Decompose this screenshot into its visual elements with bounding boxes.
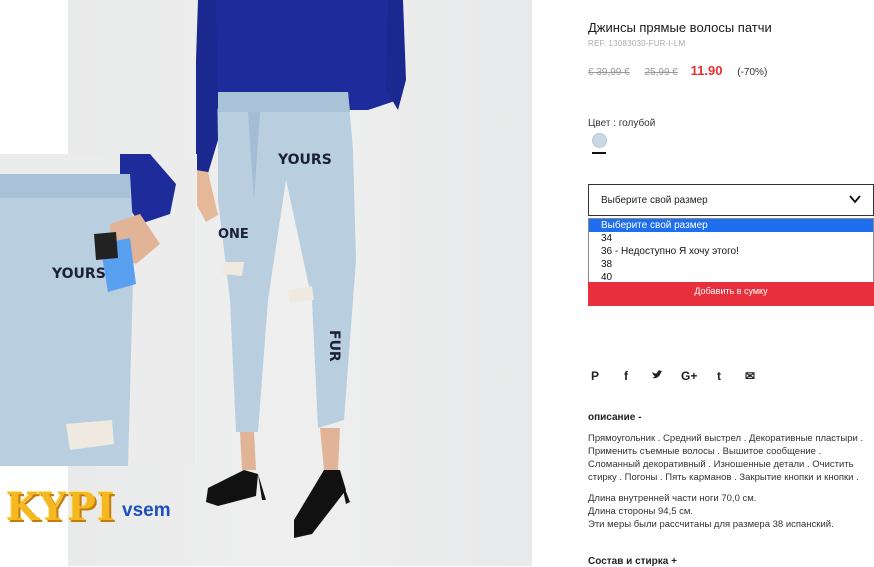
- measurement-line: Эти меры были рассчитаны для размера 38 …: [588, 519, 834, 530]
- product-thumbnail[interactable]: YOURS: [0, 154, 197, 466]
- page-background: [0, 0, 68, 154]
- product-title: Джинсы прямые волосы патчи: [588, 20, 772, 35]
- facebook-icon[interactable]: f: [619, 369, 633, 383]
- jeans-patch-yours: YOURS: [277, 152, 332, 168]
- tumblr-icon[interactable]: t: [712, 369, 726, 383]
- google-plus-icon[interactable]: G+: [681, 369, 697, 383]
- price-block: € 39,99 € 25,99 € 11.90 (-70%): [588, 63, 767, 78]
- size-option[interactable]: 38: [589, 258, 873, 271]
- measurement-line: Длина стороны 94,5 см.: [588, 506, 694, 517]
- chevron-down-icon: [849, 195, 861, 204]
- price-original: € 39,99 €: [588, 67, 630, 78]
- watermark-logo: KYPI vsem: [6, 484, 196, 529]
- jeans-patch-one: ONE: [218, 227, 249, 242]
- measurement-line: Длина внутренней части ноги 70,0 см.: [588, 493, 757, 504]
- logo-kypi: KYPI: [6, 484, 116, 529]
- size-select[interactable]: Выберите свой размер: [588, 184, 874, 216]
- composition-toggle[interactable]: Состав и стирка +: [588, 556, 677, 567]
- measurements: Длина внутренней части ноги 70,0 см. Дли…: [588, 492, 874, 531]
- product-ref: REF. 13083030-FUR-I-LM: [588, 39, 686, 48]
- thumbnail-patch-yours: YOURS: [51, 266, 106, 282]
- size-option[interactable]: 34: [589, 232, 873, 245]
- add-to-bag-button[interactable]: Добавить в сумку: [588, 282, 874, 306]
- size-option[interactable]: Выберите свой размер: [589, 219, 873, 232]
- size-select-value: Выберите свой размер: [601, 195, 708, 206]
- color-label: Цвет : голубой: [588, 118, 656, 129]
- twitter-icon[interactable]: [650, 369, 664, 383]
- size-option[interactable]: 36 - Недоступно Я хочу этого!: [589, 245, 873, 258]
- logo-vsem: vsem: [122, 500, 171, 521]
- color-swatch-blue[interactable]: [592, 133, 607, 148]
- description-text: Прямоугольник . Средний выстрел . Декора…: [588, 433, 864, 483]
- thumbnail-illustration: YOURS: [0, 154, 196, 466]
- price-previous: 25,99 €: [644, 67, 678, 78]
- price-current: 11.90: [690, 63, 723, 78]
- jeans-patch-fur: FUR: [326, 330, 342, 362]
- color-swatch-selected-indicator: [592, 152, 606, 154]
- email-icon[interactable]: ✉: [743, 369, 757, 383]
- pinterest-icon[interactable]: P: [588, 369, 602, 383]
- size-dropdown-list: Выберите свой размер 34 36 - Недоступно …: [588, 218, 874, 284]
- social-share-bar: P f G+ t ✉: [588, 369, 757, 383]
- discount-badge: (-70%): [737, 67, 768, 78]
- description-toggle[interactable]: описание -: [588, 412, 641, 423]
